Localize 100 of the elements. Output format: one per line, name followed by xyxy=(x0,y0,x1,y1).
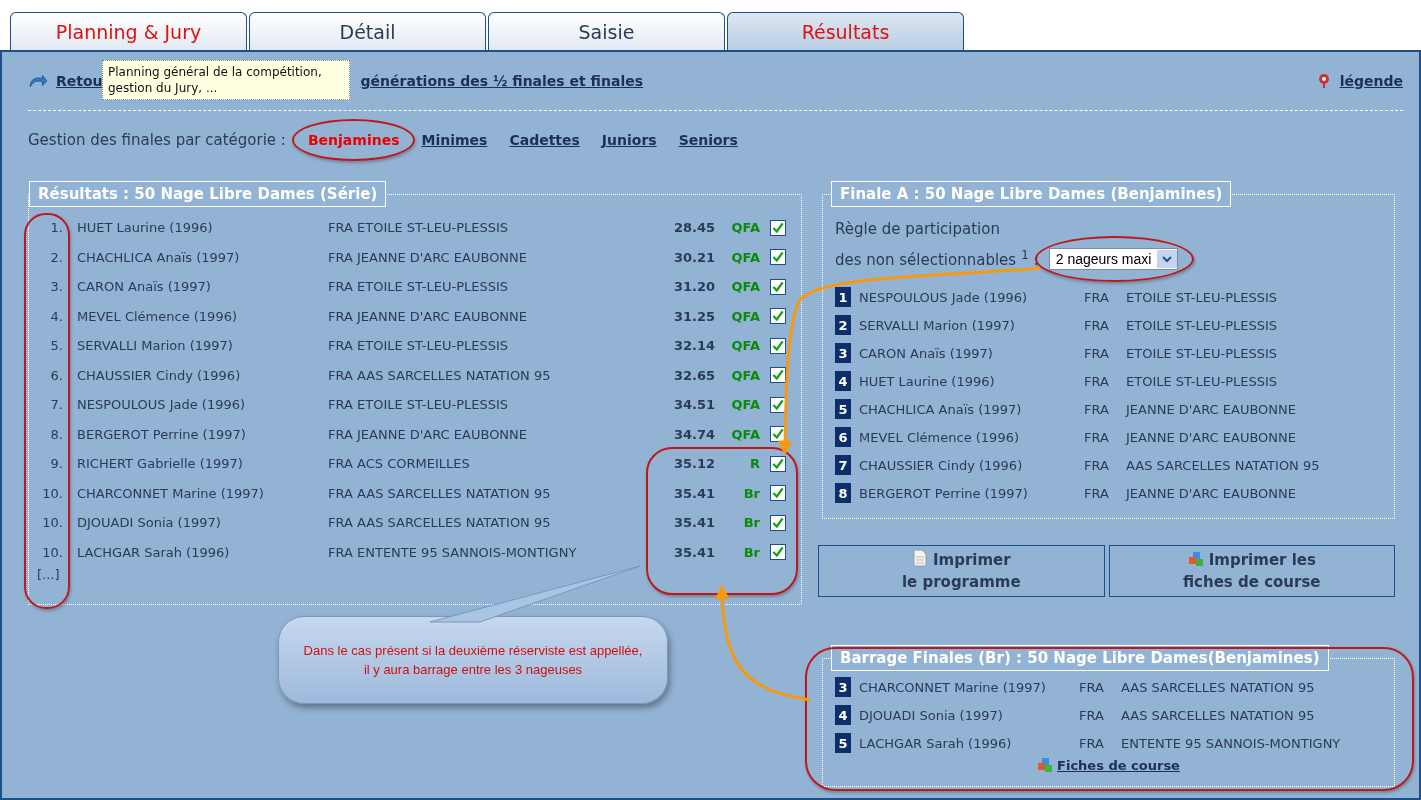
course-sheets-link[interactable]: Fiches de course xyxy=(1057,757,1180,773)
category-link[interactable]: Seniors xyxy=(678,132,738,148)
time: 34.51 xyxy=(672,397,715,413)
swimmer-name: CHACHLICA Anaïs (1997) xyxy=(859,401,1023,417)
qualification-code: QFA xyxy=(730,220,760,236)
lane-number: 3 xyxy=(835,677,851,697)
tab[interactable]: Planning & Jury xyxy=(10,12,247,50)
rank: 1. xyxy=(49,220,63,236)
print-button[interactable]: Imprimer les fiches de course xyxy=(1108,545,1395,597)
country-code: FRA xyxy=(1084,401,1110,417)
generation-link[interactable]: générations des ½ finales et finales xyxy=(360,73,644,89)
time: 35.41 xyxy=(672,485,715,501)
country-code: FRA xyxy=(1079,707,1105,723)
club-name: ETOILE ST-LEU-PLESSIS xyxy=(1126,289,1278,305)
swimmer-name: MEVEL Clémence (1996) xyxy=(77,308,238,324)
checkbox[interactable] xyxy=(770,249,786,266)
club-name: FRA ETOILE ST-LEU-PLESSIS xyxy=(328,397,510,413)
checkbox[interactable] xyxy=(770,544,786,561)
qualification-code: Br xyxy=(742,515,760,531)
time: 34.74 xyxy=(672,426,715,442)
country-code: FRA xyxy=(1084,345,1110,361)
time: 31.20 xyxy=(672,279,715,295)
back-link[interactable]: Retou xyxy=(56,73,103,89)
club-name: FRA ETOILE ST-LEU-PLESSIS xyxy=(328,338,510,354)
checkbox[interactable] xyxy=(770,337,786,354)
rank: 3. xyxy=(49,279,63,295)
tab[interactable]: Détail xyxy=(249,12,486,50)
tab[interactable]: Saisie xyxy=(488,12,725,50)
time: 28.45 xyxy=(672,220,715,236)
swimmer-name: SERVALLI Marion (1997) xyxy=(859,317,1016,333)
swimmer-name: CHAUSSIER Cindy (1996) xyxy=(859,457,1024,473)
rank: 10. xyxy=(41,485,63,501)
swimmer-name: BERGEROT Perrine (1997) xyxy=(77,426,247,442)
panel-title: Finale A : 50 Nage Libre Dames (Benjamines) xyxy=(831,181,1232,207)
checkbox[interactable] xyxy=(770,308,786,325)
swimmer-name: CHACHLICA Anaïs (1997) xyxy=(77,249,241,265)
rank: 4. xyxy=(49,308,63,324)
lane-number: 3 xyxy=(835,343,851,363)
swimmer-name: BERGEROT Perrine (1997) xyxy=(859,485,1029,501)
document-icon xyxy=(911,549,928,567)
club-name: FRA ETOILE ST-LEU-PLESSIS xyxy=(328,220,510,236)
checkbox[interactable] xyxy=(770,367,786,384)
rank: 5. xyxy=(49,338,63,354)
swimmer-name: CHARCONNET Marine (1997) xyxy=(859,679,1047,695)
qualification-code: R xyxy=(749,456,760,472)
club-name: ETOILE ST-LEU-PLESSIS xyxy=(1126,317,1278,333)
legend-link[interactable]: légende xyxy=(1339,73,1403,89)
qualification-code: QFA xyxy=(730,426,760,442)
callout-text: Dans le cas présent si la deuxième réserviste est appellée, il y aura barrage entre les 3 nageuses xyxy=(303,642,643,679)
rank: 7. xyxy=(49,397,63,413)
qualification-code: QFA xyxy=(730,397,760,413)
dropdown[interactable]: 2 nageurs maxi xyxy=(1048,248,1179,270)
country-code: FRA xyxy=(1084,457,1110,473)
club-name: FRA JEANNE D'ARC EAUBONNE xyxy=(328,426,529,442)
rank: 10. xyxy=(41,544,63,560)
swimmer-name: NESPOULOUS Jade (1996) xyxy=(859,289,1029,305)
swimmer-name: MEVEL Clémence (1996) xyxy=(859,429,1020,445)
rank: 9. xyxy=(49,456,63,472)
swimmer-name: CHAUSSIER Cindy (1996) xyxy=(77,367,242,383)
cubes-icon xyxy=(1037,757,1054,773)
lane-number: 5 xyxy=(835,733,851,753)
tooltip: Planning général de la compétition, gestion du Jury, ... xyxy=(102,60,350,100)
time: 32.14 xyxy=(672,338,715,354)
swimmer-name: DJOUADI Sonia (1997) xyxy=(859,707,1004,723)
category-link[interactable]: Juniors xyxy=(601,132,657,148)
checkbox[interactable] xyxy=(770,278,786,295)
checkbox[interactable] xyxy=(770,455,786,472)
lane-number: 7 xyxy=(835,455,851,475)
club-name: JEANNE D'ARC EAUBONNE xyxy=(1126,401,1296,417)
swimmer-name: CHARCONNET Marine (1997) xyxy=(77,485,265,501)
club-name: FRA JEANNE D'ARC EAUBONNE xyxy=(328,249,529,265)
country-code: FRA xyxy=(1084,317,1110,333)
cubes-icon xyxy=(1187,551,1204,567)
swimmer-name: LACHGAR Sarah (1996) xyxy=(859,735,1013,751)
qualification-code: Br xyxy=(742,485,760,501)
country-code: FRA xyxy=(1079,679,1105,695)
club-name: FRA ENTENTE 95 SANNOIS-MONTIGNY xyxy=(328,544,578,560)
tab[interactable]: Résultats xyxy=(727,12,964,50)
print-button[interactable]: Imprimer le programme xyxy=(818,545,1105,597)
country-code: FRA xyxy=(1079,735,1105,751)
club-name: FRA AAS SARCELLES NATATION 95 xyxy=(328,485,552,501)
qualification-code: QFA xyxy=(730,249,760,265)
country-code: FRA xyxy=(1084,429,1110,445)
time: 35.41 xyxy=(672,515,715,531)
lane-number: 5 xyxy=(835,399,851,419)
swimmer-name: HUET Laurine (1996) xyxy=(859,373,996,389)
rank: 8. xyxy=(49,426,63,442)
country-code: FRA xyxy=(1084,373,1110,389)
checkbox[interactable] xyxy=(770,219,786,236)
rank: 6. xyxy=(49,367,63,383)
category-link[interactable]: Minimes xyxy=(421,132,488,148)
swimmer-name: CARON Anaïs (1997) xyxy=(77,279,212,295)
category-link[interactable]: Cadettes xyxy=(509,132,580,148)
checkbox[interactable] xyxy=(770,485,786,502)
time: 35.41 xyxy=(672,544,715,560)
club-name: JEANNE D'ARC EAUBONNE xyxy=(1126,429,1296,445)
panel-title: Résultats : 50 Nage Libre Dames (Série) xyxy=(29,181,387,207)
checkbox[interactable] xyxy=(770,396,786,413)
checkbox[interactable] xyxy=(770,514,786,531)
swimmer-name: DJOUADI Sonia (1997) xyxy=(77,515,222,531)
